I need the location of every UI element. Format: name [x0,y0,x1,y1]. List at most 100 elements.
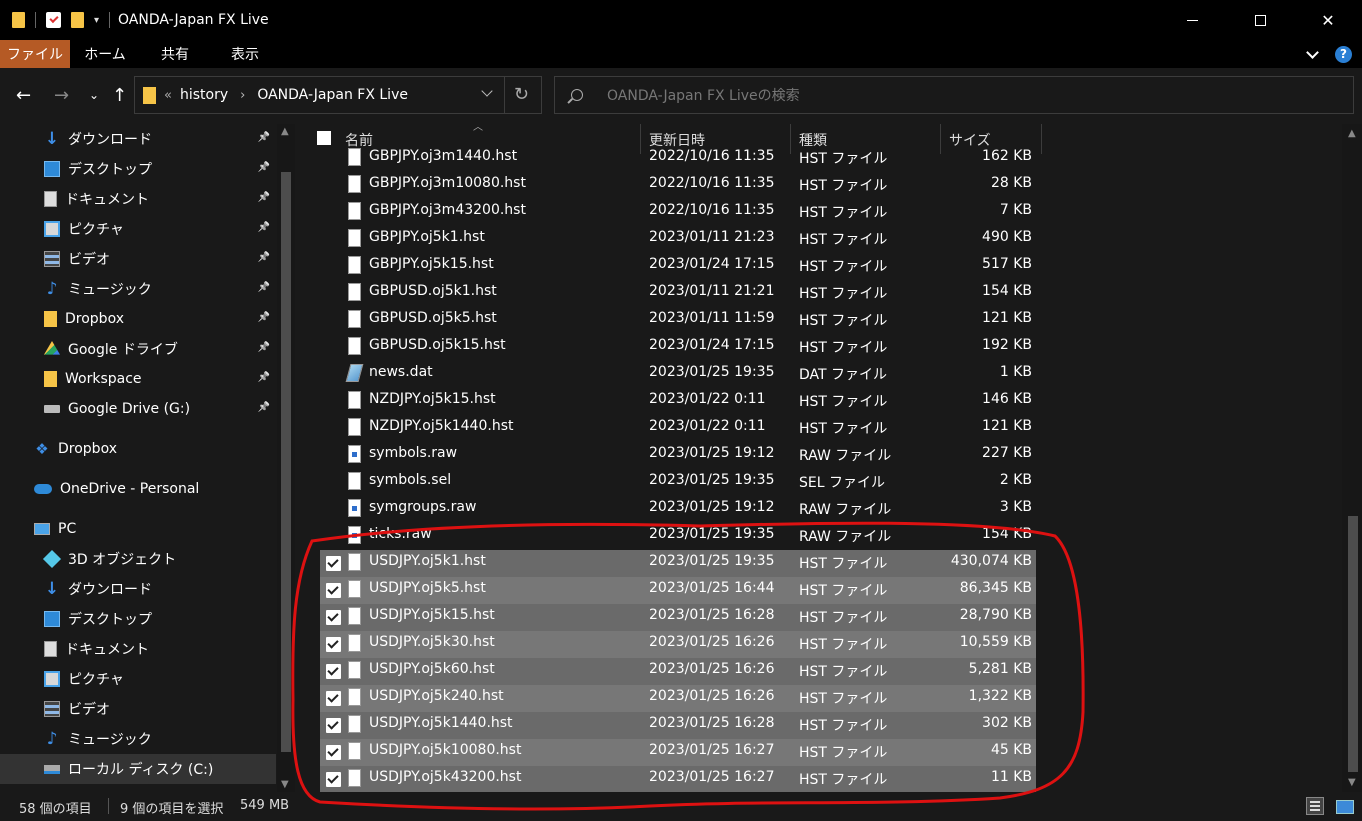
tab-share[interactable]: 共有 [140,40,210,68]
scroll-up-icon[interactable]: ▲ [1348,128,1356,139]
file-row[interactable]: GBPUSD.oj5k15.hst 2023/01/24 17:15 HST ファイ… [320,334,1036,361]
recent-locations-icon[interactable]: ⌄ [89,88,99,102]
minimize-button[interactable] [1158,0,1226,40]
file-row[interactable]: GBPJPY.oj3m1440.hst 2022/10/16 11:35 HST フ… [320,145,1036,172]
file-row[interactable]: symbols.sel 2023/01/25 19:35 SEL ファイル 2 KB [320,469,1036,496]
file-row[interactable]: GBPUSD.oj5k5.hst 2023/01/11 11:59 HST ファイル… [320,307,1036,334]
file-row[interactable]: NZDJPY.oj5k15.hst 2023/01/22 0:11 HST ファイル… [320,388,1036,415]
file-row[interactable]: symbols.raw 2023/01/25 19:12 RAW ファイル 227 K… [320,442,1036,469]
row-checkbox[interactable] [326,637,341,652]
row-checkbox[interactable] [326,691,341,706]
sidebar-item[interactable]: ドキュメント [0,634,276,664]
pin-icon[interactable]: 📌 [258,252,270,263]
details-view-icon[interactable] [1306,797,1324,815]
pin-icon[interactable]: 📌 [258,222,270,233]
sidebar-item[interactable]: OneDrive - Personal [0,474,276,504]
file-row[interactable]: NZDJPY.oj5k1440.hst 2023/01/22 0:11 HST ファ… [320,415,1036,442]
sidebar-item[interactable]: Dropbox 📌 [0,304,276,334]
sidebar-item[interactable]: ♪ ミュージック [0,724,276,754]
file-row[interactable]: USDJPY.oj5k10080.hst 2023/01/25 16:27 HST … [320,739,1036,766]
help-icon[interactable]: ? [1335,45,1352,63]
chevron-right-icon[interactable]: › [240,88,245,103]
file-row[interactable]: USDJPY.oj5k15.hst 2023/01/25 16:28 HST ファイ… [320,604,1036,631]
search-input[interactable]: OANDA-Japan FX Liveの検索 [607,85,800,105]
row-checkbox[interactable] [326,772,341,787]
file-row[interactable]: USDJPY.oj5k60.hst 2023/01/25 16:26 HST ファイ… [320,658,1036,685]
pin-icon[interactable]: 📌 [258,342,270,353]
navigation-pane-scrollbar[interactable]: ▲ ▼ [277,124,295,792]
file-row[interactable]: GBPJPY.oj5k1.hst 2023/01/11 21:23 HST ファイル… [320,226,1036,253]
sidebar-item[interactable]: 3D オブジェクト [0,544,276,574]
maximize-button[interactable] [1226,0,1294,40]
file-row[interactable]: GBPUSD.oj5k1.hst 2023/01/11 21:21 HST ファイル… [320,280,1036,307]
file-row[interactable]: USDJPY.oj5k1.hst 2023/01/25 19:35 HST ファイル… [320,550,1036,577]
file-list-scrollbar[interactable]: ▲ ▼ [1342,124,1362,792]
breadcrumb-current[interactable]: OANDA-Japan FX Live [257,87,408,103]
row-checkbox[interactable] [326,556,341,571]
sidebar-item[interactable]: ビデオ 📌 [0,244,276,274]
sidebar-item[interactable]: デスクトップ 📌 [0,154,276,184]
sidebar-item[interactable]: ↓ ダウンロード 📌 [0,124,276,154]
scrollbar-thumb[interactable] [1348,516,1358,772]
tab-home[interactable]: ホーム [70,40,140,68]
file-row[interactable]: USDJPY.oj5k30.hst 2023/01/25 16:26 HST ファイ… [320,631,1036,658]
sidebar-item[interactable]: ドキュメント 📌 [0,184,276,214]
new-folder-icon[interactable] [71,12,84,28]
row-checkbox[interactable] [326,664,341,679]
tab-view[interactable]: 表示 [210,40,280,68]
expand-ribbon-icon[interactable] [1306,45,1319,59]
sidebar-item[interactable]: デスクトップ [0,604,276,634]
sidebar-item[interactable]: ローカル ディスク (C:) [0,754,276,784]
sidebar-item[interactable]: ❖ Dropbox [0,434,276,464]
file-row[interactable]: USDJPY.oj5k5.hst 2023/01/25 16:44 HST ファイル… [320,577,1036,604]
sidebar-item[interactable]: Google Drive (G:) 📌 [0,394,276,424]
address-bar[interactable]: « history › OANDA-Japan FX Live ↻ [134,76,542,114]
row-checkbox[interactable] [326,583,341,598]
search-box[interactable]: OANDA-Japan FX Liveの検索 [554,76,1354,114]
forward-icon[interactable]: → [54,85,69,106]
scroll-down-icon[interactable]: ▼ [1348,777,1356,788]
pin-icon[interactable]: 📌 [258,372,270,383]
file-row[interactable]: news.dat 2023/01/25 19:35 DAT ファイル 1 KB [320,361,1036,388]
up-icon[interactable]: ↑ [112,85,127,106]
sidebar-item[interactable]: ♪ ミュージック 📌 [0,274,276,304]
chevron-down-icon[interactable] [481,85,493,97]
tab-file[interactable]: ファイル [0,40,70,68]
sidebar-item[interactable]: ピクチャ 📌 [0,214,276,244]
file-row[interactable]: ticks.raw 2023/01/25 19:35 RAW ファイル 154 KB [320,523,1036,550]
sidebar-item[interactable]: PC [0,514,276,544]
scroll-down-icon[interactable]: ▼ [281,779,289,790]
pin-icon[interactable]: 📌 [258,162,270,173]
scrollbar-thumb[interactable] [281,172,291,752]
column-divider[interactable] [1041,124,1042,154]
sidebar-item[interactable]: ビデオ [0,694,276,724]
select-all-checkbox[interactable] [317,131,331,145]
pin-icon[interactable]: 📌 [258,192,270,203]
row-checkbox[interactable] [326,610,341,625]
sidebar-item[interactable]: ↓ ダウンロード [0,574,276,604]
sidebar-item[interactable]: Workspace 📌 [0,364,276,394]
close-button[interactable]: ✕ [1294,0,1362,40]
sidebar-item[interactable]: Google ドライブ 📌 [0,334,276,364]
file-row[interactable]: USDJPY.oj5k1440.hst 2023/01/25 16:28 HST フ… [320,712,1036,739]
large-icons-view-icon[interactable] [1334,797,1354,815]
customize-toolbar-icon[interactable]: ▾ [94,15,99,26]
file-row[interactable]: USDJPY.oj5k240.hst 2023/01/25 16:26 HST ファ… [320,685,1036,712]
row-checkbox[interactable] [326,745,341,760]
refresh-icon[interactable]: ↻ [514,84,529,105]
back-icon[interactable]: ← [16,85,31,106]
breadcrumb-history[interactable]: history [180,87,228,103]
file-row[interactable]: USDJPY.oj5k43200.hst 2023/01/25 16:27 HST … [320,766,1036,792]
pin-icon[interactable]: 📌 [258,132,270,143]
file-row[interactable]: GBPJPY.oj3m43200.hst 2022/10/16 11:35 HST … [320,199,1036,226]
sidebar-item[interactable]: ピクチャ [0,664,276,694]
scroll-up-icon[interactable]: ▲ [281,126,289,137]
row-checkbox[interactable] [326,718,341,733]
file-row[interactable]: GBPJPY.oj5k15.hst 2023/01/24 17:15 HST ファイ… [320,253,1036,280]
pin-icon[interactable]: 📌 [258,312,270,323]
properties-icon[interactable] [46,12,61,28]
file-row[interactable]: symgroups.raw 2023/01/25 19:12 RAW ファイル 3 K… [320,496,1036,523]
file-row[interactable]: GBPJPY.oj3m10080.hst 2022/10/16 11:35 HST … [320,172,1036,199]
breadcrumb-overflow[interactable]: « [164,88,172,103]
pin-icon[interactable]: 📌 [258,402,270,413]
